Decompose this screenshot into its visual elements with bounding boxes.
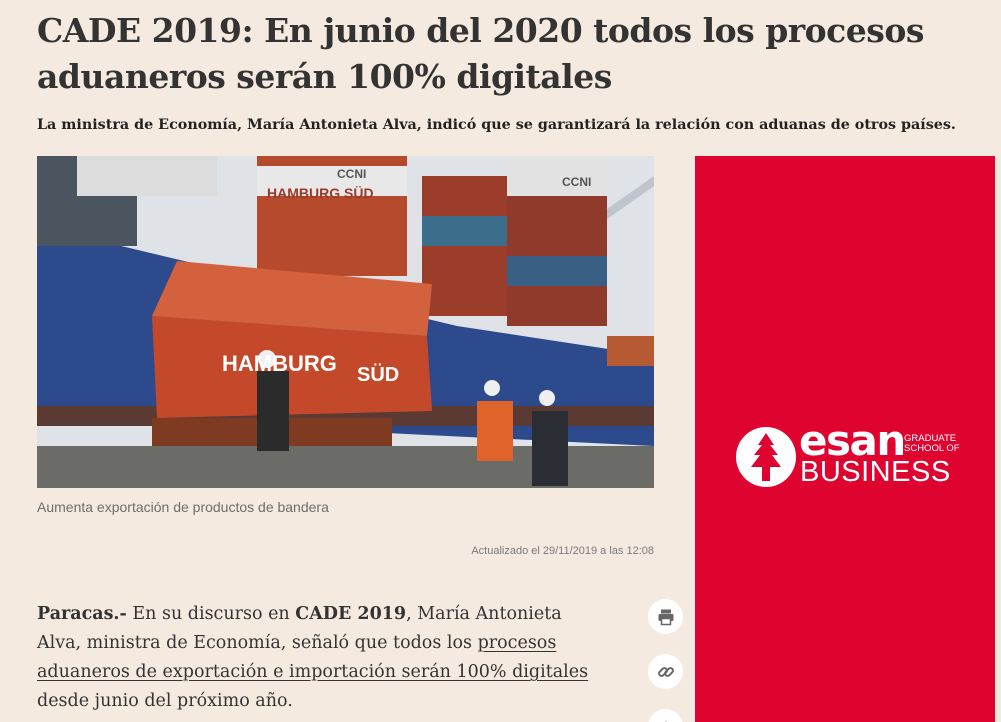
event-name: CADE 2019 — [295, 604, 407, 624]
pine-tree-icon — [751, 433, 781, 481]
esan-school-line: SCHOOL OF — [904, 443, 960, 454]
dateline: Paracas.- — [37, 604, 127, 624]
print-button[interactable] — [648, 599, 683, 634]
article-subtitle: La ministra de Economía, María Antonieta… — [37, 117, 956, 133]
article-headline: CADE 2019: En junio del 2020 todos los p… — [37, 11, 924, 96]
link-icon — [657, 666, 674, 677]
body-text-segment: desde junio del próximo año. — [37, 691, 293, 711]
updated-timestamp: Actualizado el 29/11/2019 a las 12:08 — [471, 545, 654, 557]
esan-graduate-school: GRADUATE SCHOOL OF — [904, 434, 964, 454]
more-share-button[interactable] — [648, 709, 683, 722]
container-label-hamburg-sud: HAMBURG SÜD — [267, 185, 374, 201]
image-caption: Aumenta exportación de productos de band… — [37, 499, 329, 515]
article-hero-image: HAMBURG SÜD HAMBURG SÜD CCNI CCNI — [37, 156, 654, 488]
container-label-ccni-1: CCNI — [337, 167, 366, 181]
article-body-paragraph: Paracas.- En su discurso en CADE 2019, M… — [37, 600, 597, 716]
esan-business: BUSINESS — [800, 456, 951, 488]
esan-logo: esan GRADUATE SCHOOL OF BUSINESS — [736, 419, 966, 493]
ad-banner-esan[interactable]: esan GRADUATE SCHOOL OF BUSINESS — [695, 156, 995, 722]
print-icon — [658, 609, 673, 625]
container-label-ccni-2: CCNI — [562, 175, 591, 189]
copy-link-button[interactable] — [648, 654, 683, 689]
more-icon — [664, 720, 667, 722]
container-label-hamburg: HAMBURG — [222, 351, 337, 376]
esan-tree-emblem — [736, 427, 796, 487]
body-text-segment: En su discurso en — [126, 604, 296, 624]
container-label-sud: SÜD — [357, 363, 399, 386]
